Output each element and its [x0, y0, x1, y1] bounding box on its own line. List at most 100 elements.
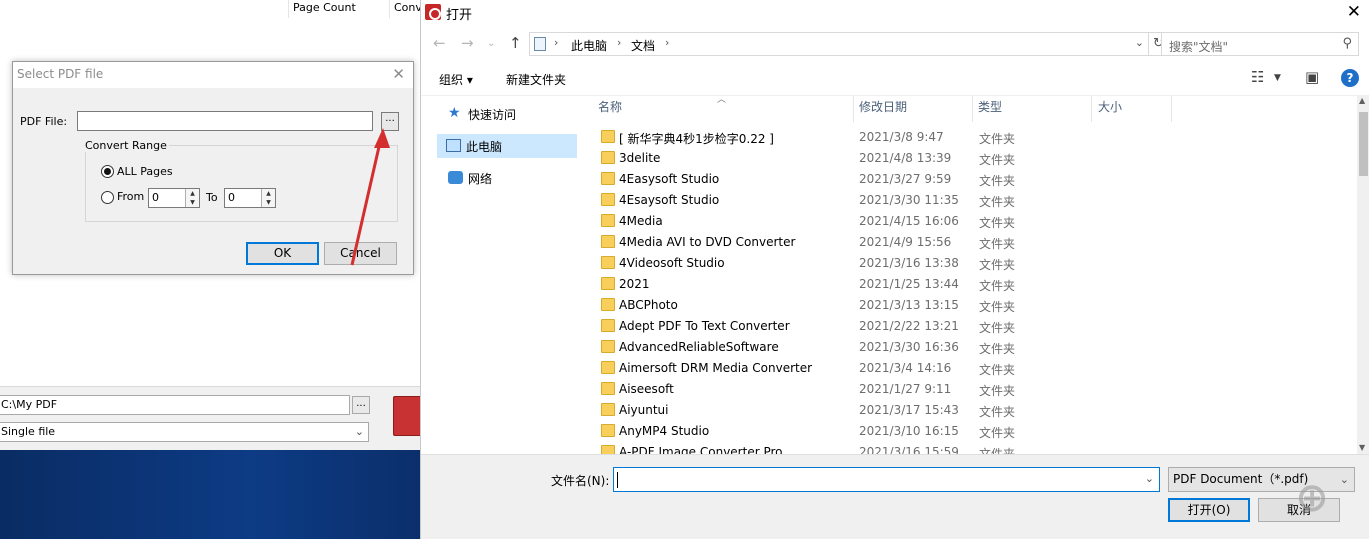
recent-chevron-icon[interactable]: ⌄	[487, 38, 495, 49]
to-spinner[interactable]: 0 ▲ ▼	[224, 188, 276, 208]
file-type: 文件夹	[979, 447, 1016, 454]
file-date: 2021/4/15 16:06	[859, 214, 959, 228]
file-date: 2021/3/30 16:36	[859, 340, 959, 354]
forward-arrow-icon[interactable]: →	[461, 34, 474, 52]
spinner-arrows-icon[interactable]: ▲ ▼	[185, 189, 199, 207]
convert-icon[interactable]	[393, 396, 423, 436]
file-row[interactable]: A-PDF Image Converter Pro 2021/3/16 15:59…	[581, 442, 1357, 454]
vertical-scrollbar[interactable]: ▲ ▼	[1357, 96, 1369, 454]
close-icon[interactable]: ✕	[392, 65, 405, 83]
sort-ascending-icon: ︿	[717, 96, 727, 105]
column-header-convert[interactable]: Conv	[389, 0, 420, 18]
back-arrow-icon[interactable]: ←	[433, 34, 446, 52]
open-file-dialog: 打开 ✕ ← → ⌄ ↑ › 此电脑 › 文档 › ⌄ ↻ 搜索"文档" ⚲ 组…	[420, 0, 1369, 539]
up-arrow-icon[interactable]: ↑	[509, 34, 522, 52]
filename-input[interactable]: ⌄	[613, 467, 1160, 492]
file-date: 2021/3/10 16:15	[859, 424, 959, 438]
output-mode-select[interactable]: Single file ⌄	[0, 422, 369, 442]
column-header-size[interactable]: 大小	[1098, 98, 1122, 115]
chevron-down-icon[interactable]: ⌄	[1135, 36, 1144, 49]
address-bar[interactable]: › 此电脑 › 文档 › ⌄	[529, 32, 1149, 56]
column-divider[interactable]	[1091, 96, 1092, 122]
file-row[interactable]: [ 新华字典4秒1步检字0.22 ] 2021/3/8 9:47 文件夹	[581, 127, 1357, 148]
folder-icon	[601, 403, 615, 416]
search-input[interactable]: 搜索"文档" ⚲	[1161, 32, 1359, 56]
column-divider[interactable]	[972, 96, 973, 122]
breadcrumb-separator-icon[interactable]: ›	[554, 36, 558, 49]
file-row[interactable]: Adept PDF To Text Converter 2021/2/22 13:…	[581, 316, 1357, 337]
from-spinner[interactable]: 0 ▲ ▼	[148, 188, 200, 208]
folder-icon	[601, 319, 615, 332]
file-name: Aimersoft DRM Media Converter	[619, 361, 813, 375]
pdf-file-input[interactable]	[77, 111, 373, 131]
all-pages-radio[interactable]	[101, 165, 114, 178]
file-name: [ 新华字典4秒1步检字0.22 ]	[619, 132, 774, 146]
nav-item-this-pc[interactable]: 此电脑	[437, 134, 577, 158]
nav-item-quick-access[interactable]: ★ 快速访问	[439, 102, 577, 126]
preview-pane-icon[interactable]: ▣	[1305, 68, 1319, 86]
file-date: 2021/3/30 11:35	[859, 193, 959, 207]
breadcrumb-separator-icon[interactable]: ›	[617, 36, 621, 49]
spinner-arrows-icon[interactable]: ▲ ▼	[261, 189, 275, 207]
open-button[interactable]: 打开(O)	[1168, 498, 1250, 522]
search-icon[interactable]: ⚲	[1342, 36, 1352, 51]
file-row[interactable]: 4Media 2021/4/15 16:06 文件夹	[581, 211, 1357, 232]
column-header-type[interactable]: 类型	[978, 98, 1002, 115]
network-icon	[448, 171, 463, 184]
breadcrumb-separator-icon[interactable]: ›	[665, 36, 669, 49]
chevron-down-icon[interactable]: ⌄	[1145, 472, 1154, 485]
file-date: 2021/3/16 13:38	[859, 256, 959, 270]
from-label[interactable]: From	[117, 190, 144, 203]
file-row[interactable]: 4Esaysoft Studio 2021/3/30 11:35 文件夹	[581, 190, 1357, 211]
file-row[interactable]: Aimersoft DRM Media Converter 2021/3/4 14…	[581, 358, 1357, 379]
help-icon[interactable]: ?	[1341, 69, 1359, 87]
file-date: 2021/3/16 15:59	[859, 445, 959, 454]
file-row[interactable]: 4Easysoft Studio 2021/3/27 9:59 文件夹	[581, 169, 1357, 190]
file-date: 2021/3/13 13:15	[859, 298, 959, 312]
close-icon[interactable]: ✕	[1347, 2, 1361, 22]
scrollbar-thumb[interactable]	[1359, 112, 1368, 176]
ok-button[interactable]: OK	[246, 242, 319, 265]
breadcrumb-this-pc[interactable]: 此电脑	[571, 37, 607, 54]
open-dialog-title-bar: 打开 ✕	[421, 0, 1369, 26]
folder-icon	[601, 235, 615, 248]
folder-icon	[601, 151, 615, 164]
folder-icon	[601, 130, 615, 143]
folder-icon	[601, 424, 615, 437]
file-row[interactable]: Aiseesoft 2021/1/27 9:11 文件夹	[581, 379, 1357, 400]
view-dropdown-icon[interactable]: ▼	[1274, 73, 1281, 83]
file-row[interactable]: 4Videosoft Studio 2021/3/16 13:38 文件夹	[581, 253, 1357, 274]
convert-range-label: Convert Range	[83, 139, 169, 152]
file-row[interactable]: 4Media AVI to DVD Converter 2021/4/9 15:5…	[581, 232, 1357, 253]
column-divider[interactable]	[1171, 96, 1172, 122]
star-icon: ★	[448, 105, 461, 121]
column-header-page-count[interactable]: Page Count	[288, 0, 388, 18]
output-path-field[interactable]: C:\My PDF	[0, 395, 350, 415]
column-header-name[interactable]: 名称	[598, 98, 622, 115]
file-row[interactable]: 3delite 2021/4/8 13:39 文件夹	[581, 148, 1357, 169]
file-name: Aiyuntui	[619, 403, 669, 417]
to-value: 0	[228, 191, 235, 204]
output-browse-button[interactable]: ...	[352, 396, 370, 414]
organize-button[interactable]: 组织 ▾	[439, 71, 473, 88]
dialog-title: Select PDF file	[17, 67, 104, 81]
from-radio[interactable]	[101, 191, 114, 204]
file-row[interactable]: ABCPhoto 2021/3/13 13:15 文件夹	[581, 295, 1357, 316]
file-row[interactable]: AnyMP4 Studio 2021/3/10 16:15 文件夹	[581, 421, 1357, 442]
nav-item-network[interactable]: 网络	[439, 166, 577, 190]
file-row[interactable]: 2021 2021/1/25 13:44 文件夹	[581, 274, 1357, 295]
scroll-down-icon[interactable]: ▼	[1359, 443, 1365, 452]
file-row[interactable]: Aiyuntui 2021/3/17 15:43 文件夹	[581, 400, 1357, 421]
scroll-up-icon[interactable]: ▲	[1359, 96, 1365, 105]
column-header-date[interactable]: 修改日期	[859, 98, 907, 115]
file-name: 2021	[619, 277, 650, 291]
column-divider[interactable]	[853, 96, 854, 122]
file-type: 文件夹	[979, 384, 1016, 398]
file-date: 2021/3/8 9:47	[859, 130, 944, 144]
view-options-icon[interactable]: ☷	[1251, 68, 1264, 86]
breadcrumb-documents[interactable]: 文档	[631, 37, 655, 54]
file-row[interactable]: AdvancedReliableSoftware 2021/3/30 16:36 文…	[581, 337, 1357, 358]
file-name: 4Media AVI to DVD Converter	[619, 235, 796, 249]
new-folder-button[interactable]: 新建文件夹	[506, 71, 566, 88]
all-pages-label[interactable]: ALL Pages	[117, 165, 173, 178]
